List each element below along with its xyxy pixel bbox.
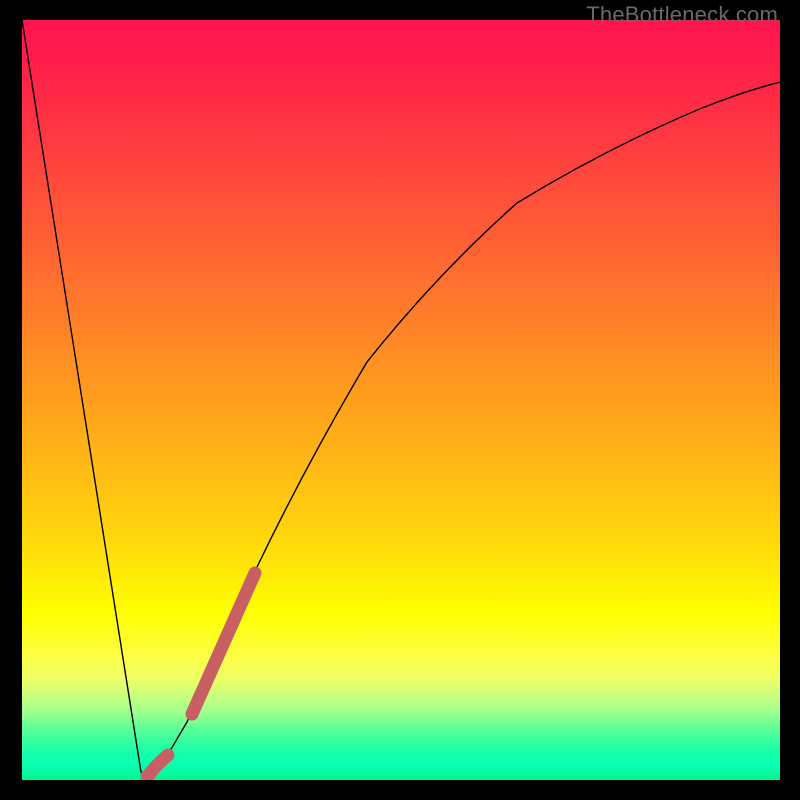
plot-area: [22, 20, 780, 780]
curve-layer: [22, 20, 780, 780]
chart-frame: TheBottleneck.com: [0, 0, 800, 800]
attribution-text: TheBottleneck.com: [586, 2, 778, 28]
highlight-segment-ascending: [192, 573, 255, 714]
bottleneck-curve: [22, 20, 780, 775]
